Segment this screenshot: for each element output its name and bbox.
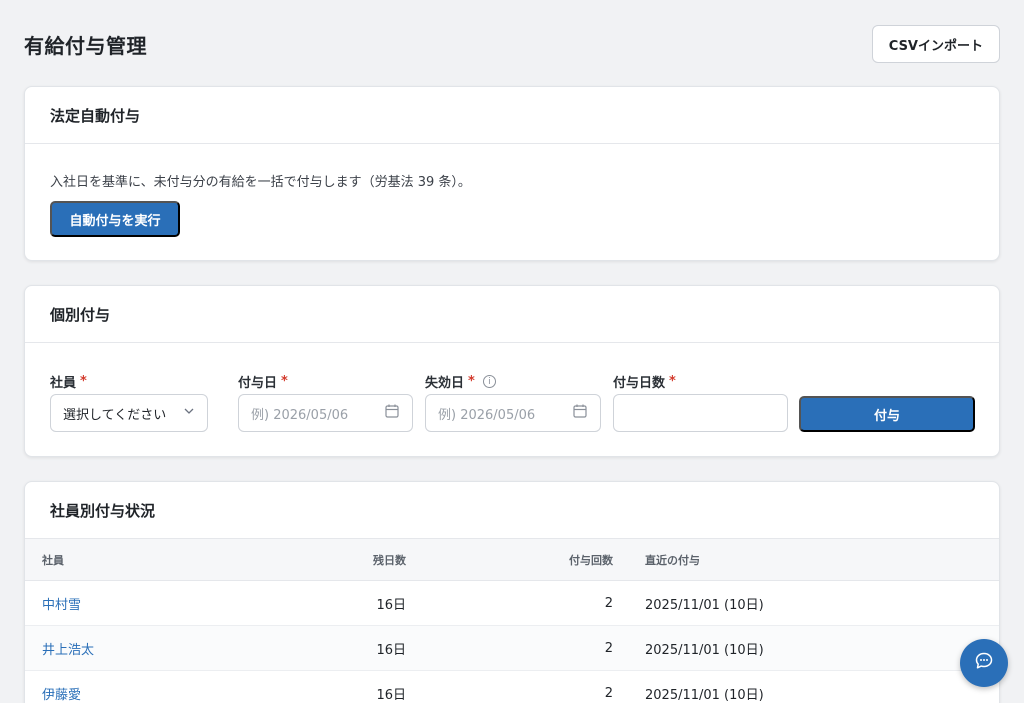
individual-grant-title: 個別付与 [25,286,999,343]
grant-count: 2 [604,595,613,611]
calendar-icon[interactable] [572,403,588,423]
expiry-date-input[interactable]: 例) 2026/05/06 [425,394,601,432]
chat-button[interactable] [960,639,1008,687]
employee-link[interactable]: 中村雪 [42,581,81,625]
expiry-date-label: 失効日 * i [425,372,496,391]
grant-submit-button[interactable]: 付与 [799,396,975,432]
grant-status-title: 社員別付与状況 [25,482,999,539]
employee-select[interactable]: 選択してください [50,394,208,432]
recent-grant: 2025/11/01 (10日) [645,687,764,703]
column-header-remaining[interactable]: 残日数 [305,539,406,580]
csv-import-button[interactable]: CSVインポート [871,25,1000,63]
employee-link[interactable]: 伊藤愛 [42,671,81,703]
grant-status-card: 社員別付与状況 社員 残日数 付与回数 直近の付与 中村雪 16日 2 2025… [24,481,1000,703]
grant-days-label: 付与日数 * [613,374,676,391]
grant-date-placeholder: 例) 2026/05/06 [251,407,349,423]
table-row[interactable]: 井上浩太 16日 2 2025/11/01 (10日) [25,626,999,671]
table-row[interactable]: 中村雪 16日 2 2025/11/01 (10日) [25,581,999,626]
auto-grant-title: 法定自動付与 [25,87,999,144]
chevron-down-icon [183,405,195,421]
remaining-days: 16日 [376,597,406,613]
chat-icon [974,651,994,675]
grant-count: 2 [604,685,613,701]
employee-link[interactable]: 井上浩太 [42,626,94,670]
info-icon[interactable]: i [482,375,496,388]
auto-grant-card: 法定自動付与 入社日を基準に、未付与分の有給を一括で付与します（労基法 39 条… [24,86,1000,261]
required-mark: * [281,374,288,389]
grant-date-label: 付与日 * [238,374,288,391]
remaining-days: 16日 [376,642,406,658]
grant-days-input[interactable] [613,394,788,432]
recent-grant: 2025/11/01 (10日) [645,642,764,658]
employee-select-value: 選択してください [63,407,167,423]
employee-label: 社員 * [50,374,87,391]
recent-grant: 2025/11/01 (10日) [645,597,764,613]
expiry-date-placeholder: 例) 2026/05/06 [438,407,536,423]
required-mark: * [468,374,475,389]
table-row[interactable]: 伊藤愛 16日 2 2025/11/01 (10日) [25,671,999,703]
column-header-count[interactable]: 付与回数 [505,539,613,580]
individual-grant-card: 個別付与 社員 * 選択してください 付与日 * 例) 2026/05/06 失… [24,285,1000,457]
page-title: 有給付与管理 [24,33,147,58]
grant-date-input[interactable]: 例) 2026/05/06 [238,394,413,432]
required-mark: * [669,374,676,389]
table-header: 社員 残日数 付与回数 直近の付与 [25,539,999,581]
calendar-icon[interactable] [384,403,400,423]
grant-count: 2 [604,640,613,656]
column-header-employee[interactable]: 社員 [42,539,64,580]
remaining-days: 16日 [376,687,406,703]
column-header-recent[interactable]: 直近の付与 [645,539,700,580]
auto-grant-description: 入社日を基準に、未付与分の有給を一括で付与します（労基法 39 条）。 [50,175,471,190]
page-header: 有給付与管理 CSVインポート [24,24,1000,64]
required-mark: * [80,374,87,389]
run-auto-grant-button[interactable]: 自動付与を実行 [50,201,180,237]
